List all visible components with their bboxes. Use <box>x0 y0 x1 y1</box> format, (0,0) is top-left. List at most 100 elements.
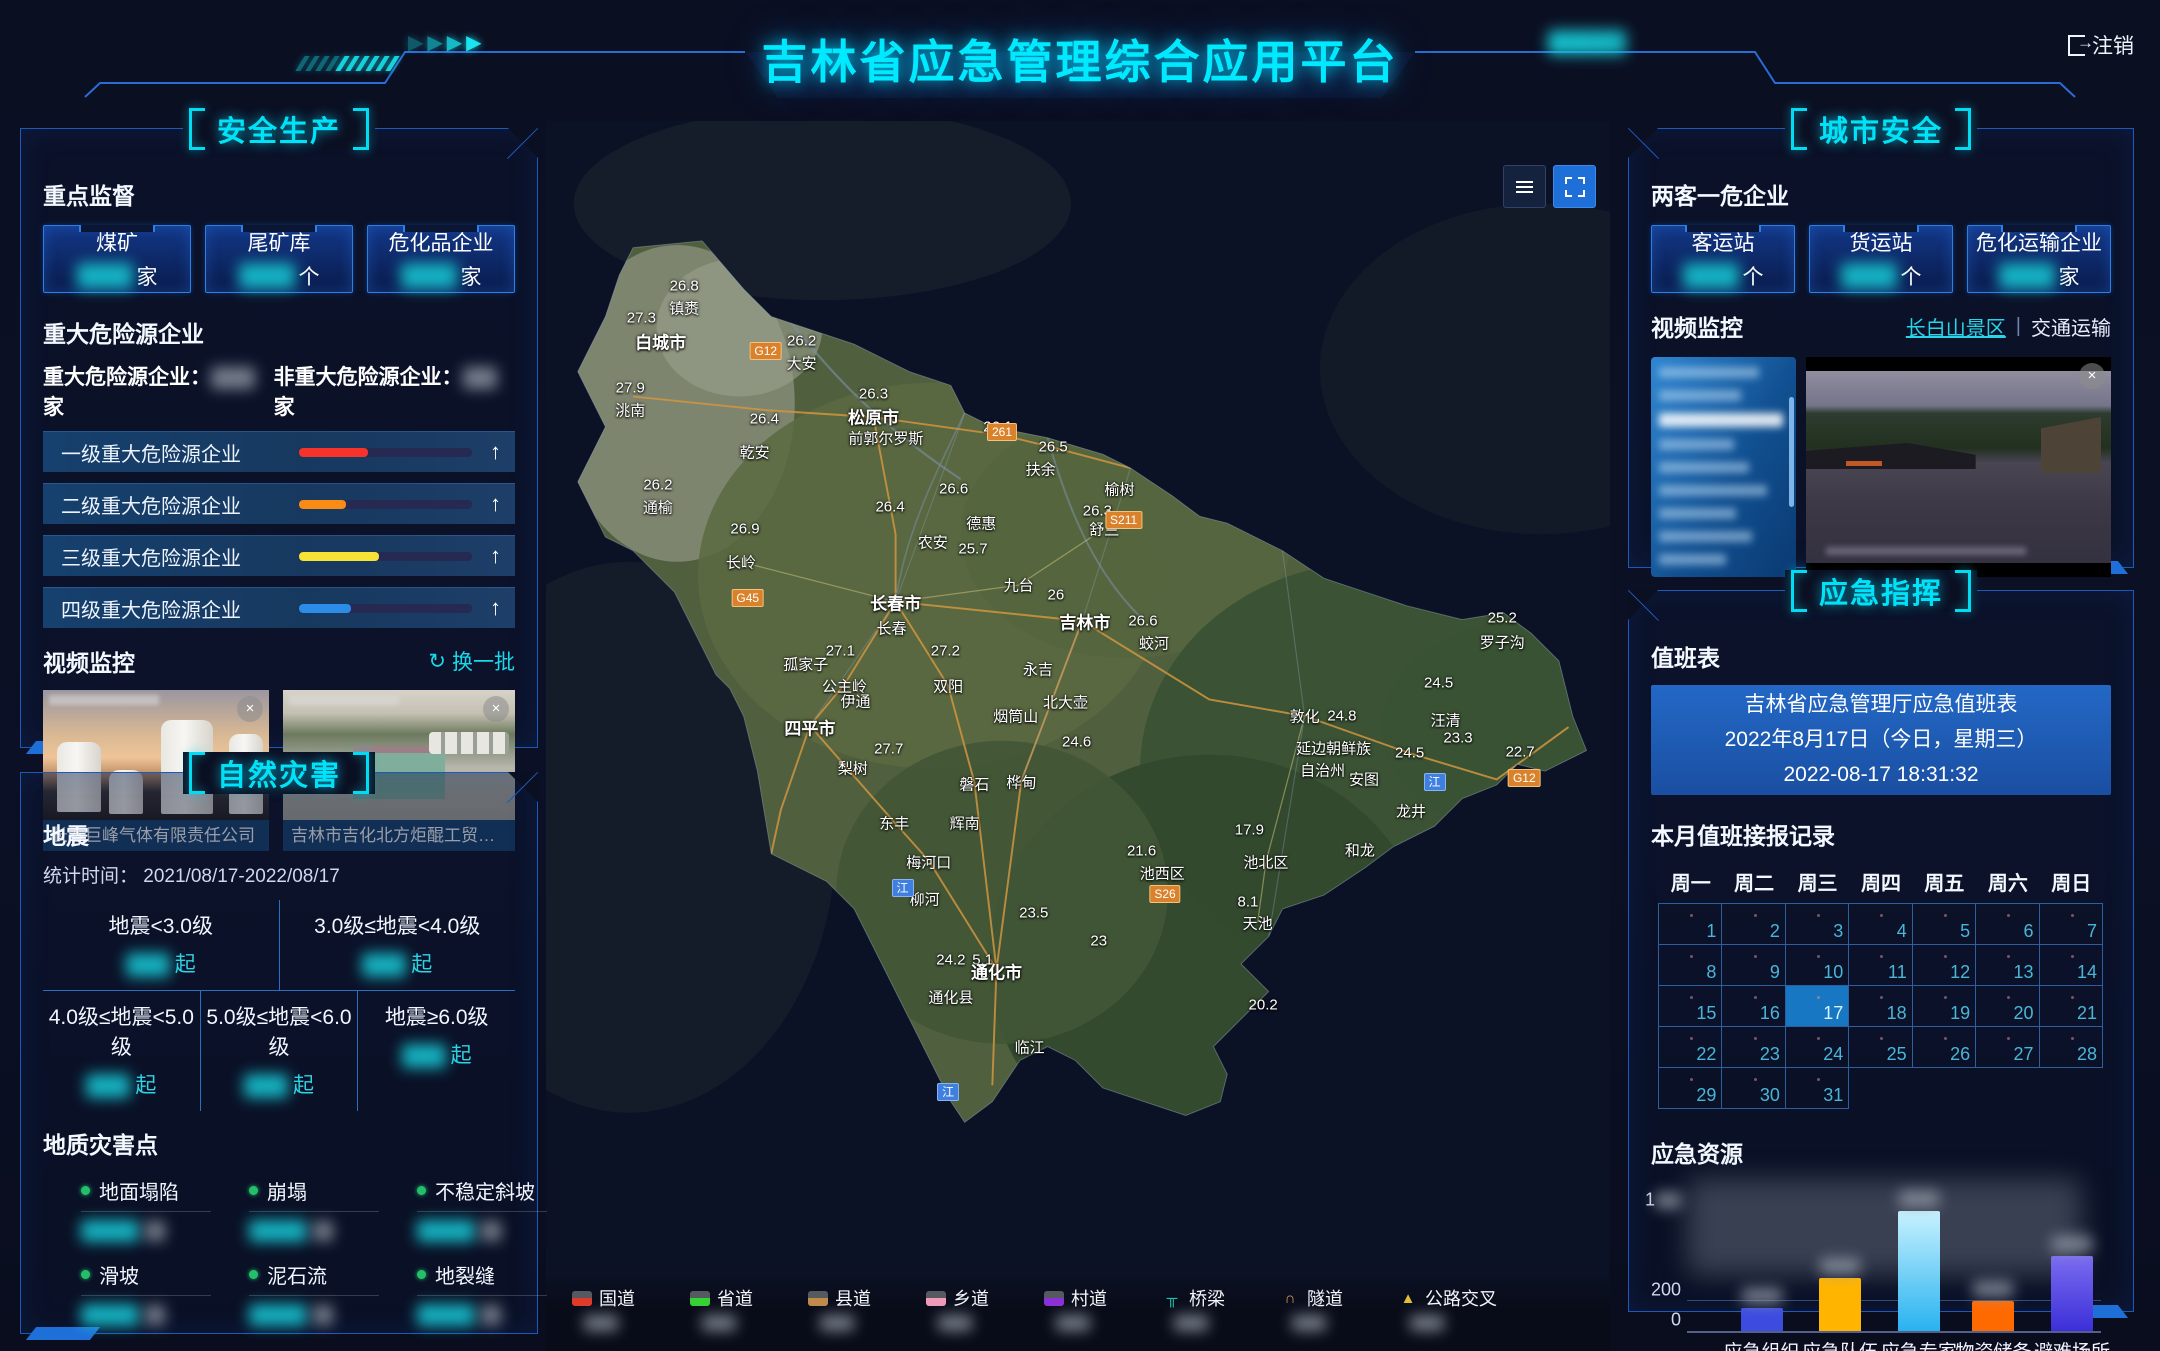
calendar-day-number: 1 <box>1706 921 1716 942</box>
stat-card-unit: 个 <box>1743 261 1764 291</box>
map-city-label: 龙井 <box>1396 801 1426 822</box>
map-city-label: 前郭尔罗斯 <box>848 427 923 448</box>
calendar-day[interactable]: 5 <box>1912 903 1976 945</box>
map-city-label: 洮南 <box>615 400 645 421</box>
chart-bar <box>1741 1308 1783 1331</box>
calendar-day[interactable]: 20 <box>1975 985 2039 1027</box>
refresh-batch-button[interactable]: ↻ 换一批 <box>428 646 515 676</box>
calendar-day[interactable]: 22 <box>1658 1026 1722 1068</box>
calendar-day[interactable]: 8 <box>1658 944 1722 986</box>
quake-cell: 4.0级≤地震<5.0级起 <box>43 991 200 1111</box>
calendar-day[interactable]: 18 <box>1848 985 1912 1027</box>
legend-item-县道: 县道 <box>808 1285 871 1351</box>
calendar-day[interactable]: 23 <box>1721 1026 1785 1068</box>
camera-list[interactable] <box>1651 357 1796 577</box>
link-changbaishan[interactable]: 长白山景区 <box>1906 312 2006 341</box>
calendar-day[interactable]: 1 <box>1658 903 1722 945</box>
hazard-right: 非重大危险源企业：家 <box>274 361 515 421</box>
calendar-day[interactable]: 12 <box>1912 944 1976 986</box>
duty-schedule-card[interactable]: 吉林省应急管理厅应急值班表 2022年8月17日（今日，星期三） 2022-08… <box>1651 685 2111 795</box>
redacted-bar-value <box>1899 1191 1939 1207</box>
duty-dot <box>1944 914 1947 917</box>
city-card[interactable]: 客运站个 <box>1651 225 1795 293</box>
city-card[interactable]: 货运站个 <box>1809 225 1953 293</box>
close-icon[interactable]: × <box>237 696 263 722</box>
hazard-bar-fill <box>299 604 351 613</box>
weekday-label: 周二 <box>1722 867 1785 896</box>
duty-dot <box>1754 914 1757 917</box>
duty-dot <box>1690 914 1693 917</box>
map-temp-label: 23.5 <box>1019 904 1048 921</box>
legend-label: 隧道 <box>1307 1285 1343 1311</box>
duty-dot <box>1754 1078 1757 1081</box>
up-arrow-icon: ↑ <box>490 491 501 517</box>
geo-hazard-label: 地裂缝 <box>417 1260 547 1296</box>
supervision-card[interactable]: 危化品企业家 <box>367 225 515 293</box>
camera-list-item-selected[interactable] <box>1659 413 1783 427</box>
blur-redaction-overlay <box>1687 1179 2081 1275</box>
map-temp-label: 20.2 <box>1249 997 1278 1014</box>
calendar-day[interactable]: 14 <box>2039 944 2103 986</box>
map-city-label: 吉林市 <box>1059 608 1110 633</box>
calendar-day[interactable]: 3 <box>1785 903 1849 945</box>
calendar-day-number: 7 <box>2087 921 2097 942</box>
map-city-label: 和龙 <box>1345 839 1375 860</box>
map-city-label: 德惠 <box>966 513 996 534</box>
calendar-day[interactable]: 6 <box>1975 903 2039 945</box>
quake-cell-unit: 起 <box>411 953 432 976</box>
calendar-day[interactable]: 28 <box>2039 1026 2103 1068</box>
section-heading-forest: 森林防火 （全省统计） <box>43 1346 515 1351</box>
calendar-day-number: 8 <box>1706 962 1716 983</box>
supervision-card[interactable]: 煤矿家 <box>43 225 191 293</box>
calendar-day[interactable]: 2 <box>1721 903 1785 945</box>
quake-cell-label: 5.0级≤地震<6.0级 <box>201 1001 358 1061</box>
video-player[interactable]: × <box>1806 357 2111 577</box>
map-legend: 国道省道县道乡道村道╥桥梁∩隧道▲公路交叉 <box>546 1276 1610 1351</box>
calendar-day[interactable]: 24 <box>1785 1026 1849 1068</box>
calendar-day[interactable]: 17 <box>1785 985 1849 1027</box>
redacted-unit <box>313 1305 333 1325</box>
link-transport[interactable]: 交通运输 <box>2031 312 2111 341</box>
redacted-value <box>211 367 255 389</box>
calendar-day[interactable]: 29 <box>1658 1067 1722 1109</box>
redacted-value <box>417 1304 475 1326</box>
calendar-day-number: 24 <box>1823 1044 1843 1065</box>
calendar-day[interactable]: 7 <box>2039 903 2103 945</box>
redacted-value <box>239 263 295 289</box>
map-temp-label: 24.8 <box>1327 708 1356 725</box>
map-layers-button[interactable] <box>1503 165 1546 208</box>
duty-dot <box>2071 955 2074 958</box>
calendar-day[interactable]: 11 <box>1848 944 1912 986</box>
map-city-label: 通榆 <box>643 496 673 517</box>
calendar-day[interactable]: 15 <box>1658 985 1722 1027</box>
calendar-empty-cell <box>1848 1067 1912 1109</box>
calendar-day[interactable]: 31 <box>1785 1067 1849 1109</box>
city-card[interactable]: 危化运输企业家 <box>1967 225 2111 293</box>
scrollbar[interactable] <box>1789 397 1794 507</box>
map-fullscreen-button[interactable] <box>1553 165 1596 208</box>
close-icon[interactable]: × <box>2079 363 2105 389</box>
stat-card-label: 危化运输企业 <box>1976 227 2102 257</box>
calendar-day[interactable]: 26 <box>1912 1026 1976 1068</box>
map-city-label: 榆树 <box>1104 478 1134 499</box>
calendar-day[interactable]: 9 <box>1721 944 1785 986</box>
calendar-day[interactable]: 4 <box>1848 903 1912 945</box>
calendar-day[interactable]: 27 <box>1975 1026 2039 1068</box>
green-dot-icon <box>249 1270 258 1279</box>
section-heading-video: 视频监控 <box>43 644 135 678</box>
calendar-day[interactable]: 30 <box>1721 1067 1785 1109</box>
map-temp-label: 26.2 <box>643 476 672 493</box>
logout-button[interactable]: 注销 <box>2068 30 2134 60</box>
calendar-day[interactable]: 10 <box>1785 944 1849 986</box>
calendar-day[interactable]: 16 <box>1721 985 1785 1027</box>
calendar-empty-cell <box>1975 1067 2039 1109</box>
calendar-day[interactable]: 25 <box>1848 1026 1912 1068</box>
close-icon[interactable]: × <box>483 696 509 722</box>
province-map[interactable]: 26.8镇赉27.3白城市26.2大安27.9洮南26.3松原市前郭尔罗斯26.… <box>546 121 1610 1351</box>
supervision-card[interactable]: 尾矿库个 <box>205 225 353 293</box>
calendar-day[interactable]: 19 <box>1912 985 1976 1027</box>
calendar-day-number: 29 <box>1696 1085 1716 1106</box>
calendar-day[interactable]: 13 <box>1975 944 2039 986</box>
map-temp-label: 26.6 <box>939 480 968 497</box>
calendar-day[interactable]: 21 <box>2039 985 2103 1027</box>
